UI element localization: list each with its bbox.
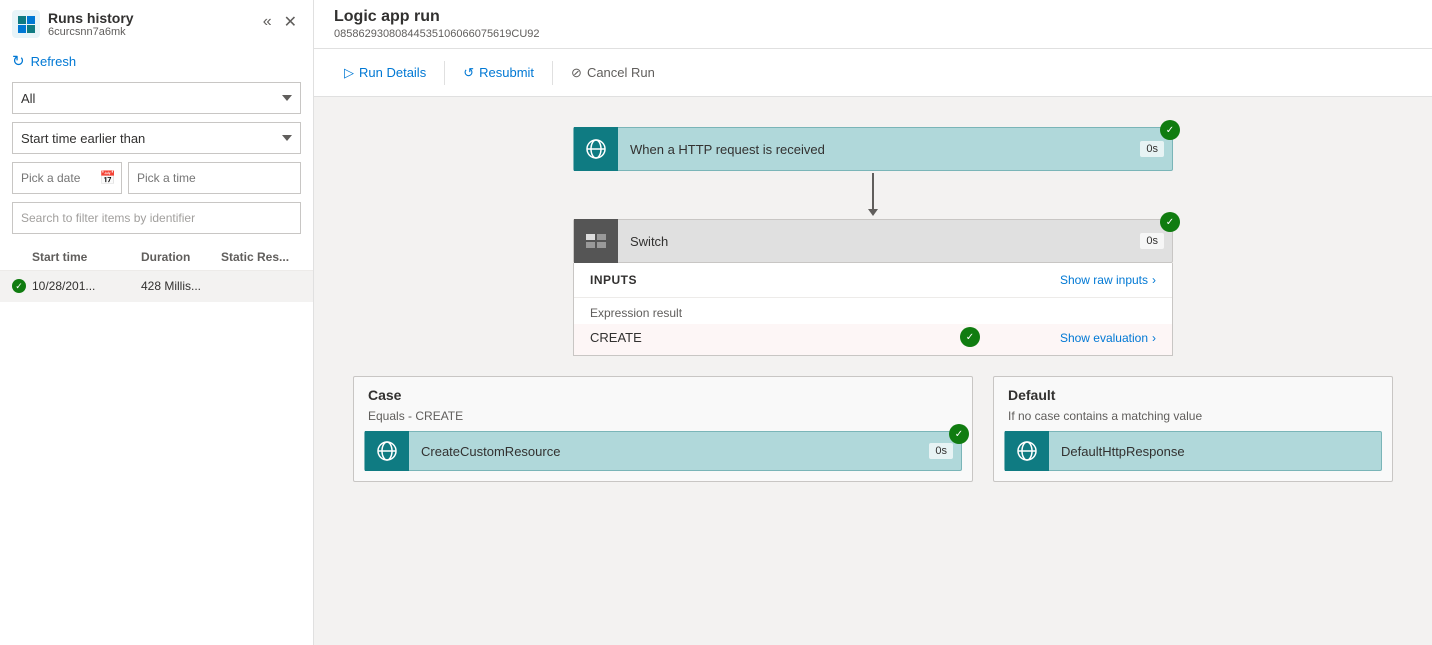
collapse-panel-button[interactable]: « xyxy=(259,10,276,34)
status-filter-dropdown[interactable]: All Succeeded Failed Running Cancelled S… xyxy=(12,82,301,114)
runs-history-title: Runs history xyxy=(48,10,134,26)
default-node[interactable]: DefaultHttpResponse xyxy=(1004,431,1382,471)
http-node-duration: 0s xyxy=(1140,141,1164,157)
date-time-row: 📅 xyxy=(12,162,301,194)
default-box: Default If no case contains a matching v… xyxy=(993,376,1393,482)
cancel-run-button[interactable]: ⊘ Cancel Run xyxy=(561,59,665,87)
time-filter-container: Start time earlier than Start time later… xyxy=(12,122,301,154)
show-evaluation-button[interactable]: Show evaluation › xyxy=(1060,331,1156,345)
run-id-label: 08586293080844535106066075619CU92 xyxy=(334,28,1412,48)
right-panel: Logic app run 08586293080844535106066075… xyxy=(314,0,1432,645)
search-identifier-input[interactable] xyxy=(12,202,301,234)
expression-value: CREATE xyxy=(590,330,642,345)
show-eval-chevron-icon: › xyxy=(1152,331,1156,345)
col-header-start-time: Start time xyxy=(32,250,141,264)
flow-connector-line xyxy=(872,173,874,209)
row-start-time: 10/28/201... xyxy=(32,279,141,293)
toolbar-separator-2 xyxy=(552,61,553,85)
default-node-icon-box xyxy=(1005,431,1049,471)
switch-node[interactable]: Switch 0s ✓ xyxy=(573,219,1173,263)
success-icon xyxy=(12,279,26,293)
switch-node-label: Switch xyxy=(618,234,1140,249)
date-input[interactable] xyxy=(12,162,122,194)
case-box: ✓ Case Equals - CREATE CreateCustomResou… xyxy=(353,376,973,482)
case-title: Case xyxy=(354,377,972,407)
default-node-label: DefaultHttpResponse xyxy=(1049,444,1381,459)
expression-value-row: CREATE Show evaluation › xyxy=(574,324,1172,355)
refresh-button[interactable]: ↻ Refresh xyxy=(12,48,301,74)
resubmit-button[interactable]: ↺ Resubmit xyxy=(453,59,544,87)
time-input[interactable] xyxy=(128,162,301,194)
case-node-duration: 0s xyxy=(929,443,953,459)
col-header-static-res: Static Res... xyxy=(221,250,301,264)
table-header-row: Start time Duration Static Res... xyxy=(0,244,313,271)
left-panel-header: Runs history 6curcsnn7a6mk « ✕ xyxy=(0,0,313,38)
case-subtitle: Equals - CREATE xyxy=(354,407,972,431)
app-logo xyxy=(12,10,40,38)
case-node[interactable]: CreateCustomResource 0s ✓ xyxy=(364,431,962,471)
switch-node-duration: 0s xyxy=(1140,233,1164,249)
close-panel-button[interactable]: ✕ xyxy=(280,10,301,34)
refresh-icon: ↻ xyxy=(12,52,25,70)
right-toolbar: ▷ Run Details ↺ Resubmit ⊘ Cancel Run xyxy=(314,49,1432,97)
canvas-area: When a HTTP request is received 0s ✓ xyxy=(314,97,1432,645)
run-details-button[interactable]: ▷ Run Details xyxy=(334,59,436,87)
time-filter-dropdown[interactable]: Start time earlier than Start time later… xyxy=(12,122,301,154)
run-details-icon: ▷ xyxy=(344,65,354,81)
show-raw-chevron-icon: › xyxy=(1152,273,1156,287)
col-header-duration: Duration xyxy=(141,250,221,264)
cancel-run-icon: ⊘ xyxy=(571,65,582,81)
switch-node-success-badge: ✓ xyxy=(1160,212,1180,232)
case-node-label: CreateCustomResource xyxy=(409,444,929,459)
switch-inputs-row: INPUTS Show raw inputs › xyxy=(574,263,1172,298)
logic-app-run-title: Logic app run xyxy=(334,8,1412,28)
right-panel-header: Logic app run 08586293080844535106066075… xyxy=(314,0,1432,49)
left-panel: Runs history 6curcsnn7a6mk « ✕ ↻ Refresh… xyxy=(0,0,314,645)
toolbar-separator-1 xyxy=(444,61,445,85)
switch-node-icon-box xyxy=(574,219,618,263)
resubmit-icon: ↺ xyxy=(463,65,474,81)
show-raw-inputs-button[interactable]: Show raw inputs › xyxy=(1060,273,1156,287)
date-picker-container: 📅 xyxy=(12,162,122,194)
case-success-badge: ✓ xyxy=(960,327,980,347)
inputs-label: INPUTS xyxy=(590,273,637,287)
flow-connector-arrow xyxy=(868,209,878,216)
http-trigger-node[interactable]: When a HTTP request is received 0s ✓ xyxy=(573,127,1173,171)
http-node-success-badge: ✓ xyxy=(1160,120,1180,140)
app-id-label: 6curcsnn7a6mk xyxy=(48,26,134,38)
cases-row: ✓ Case Equals - CREATE CreateCustomResou… xyxy=(353,376,1393,482)
row-status-indicator xyxy=(12,279,32,293)
case-node-icon-box xyxy=(365,431,409,471)
table-row[interactable]: 10/28/201... 428 Millis... xyxy=(0,271,313,302)
filter-controls: ↻ Refresh All Succeeded Failed Running C… xyxy=(0,38,313,244)
expression-result-label: Expression result xyxy=(574,298,1172,324)
case-node-success-badge: ✓ xyxy=(949,424,969,444)
http-node-label: When a HTTP request is received xyxy=(618,142,1140,157)
http-node-icon-box xyxy=(574,127,618,171)
default-subtitle: If no case contains a matching value xyxy=(994,407,1392,431)
status-filter-container: All Succeeded Failed Running Cancelled S… xyxy=(12,82,301,114)
row-duration: 428 Millis... xyxy=(141,279,221,293)
default-title: Default xyxy=(994,377,1392,407)
switch-details-panel: INPUTS Show raw inputs › Expression resu… xyxy=(573,263,1173,356)
